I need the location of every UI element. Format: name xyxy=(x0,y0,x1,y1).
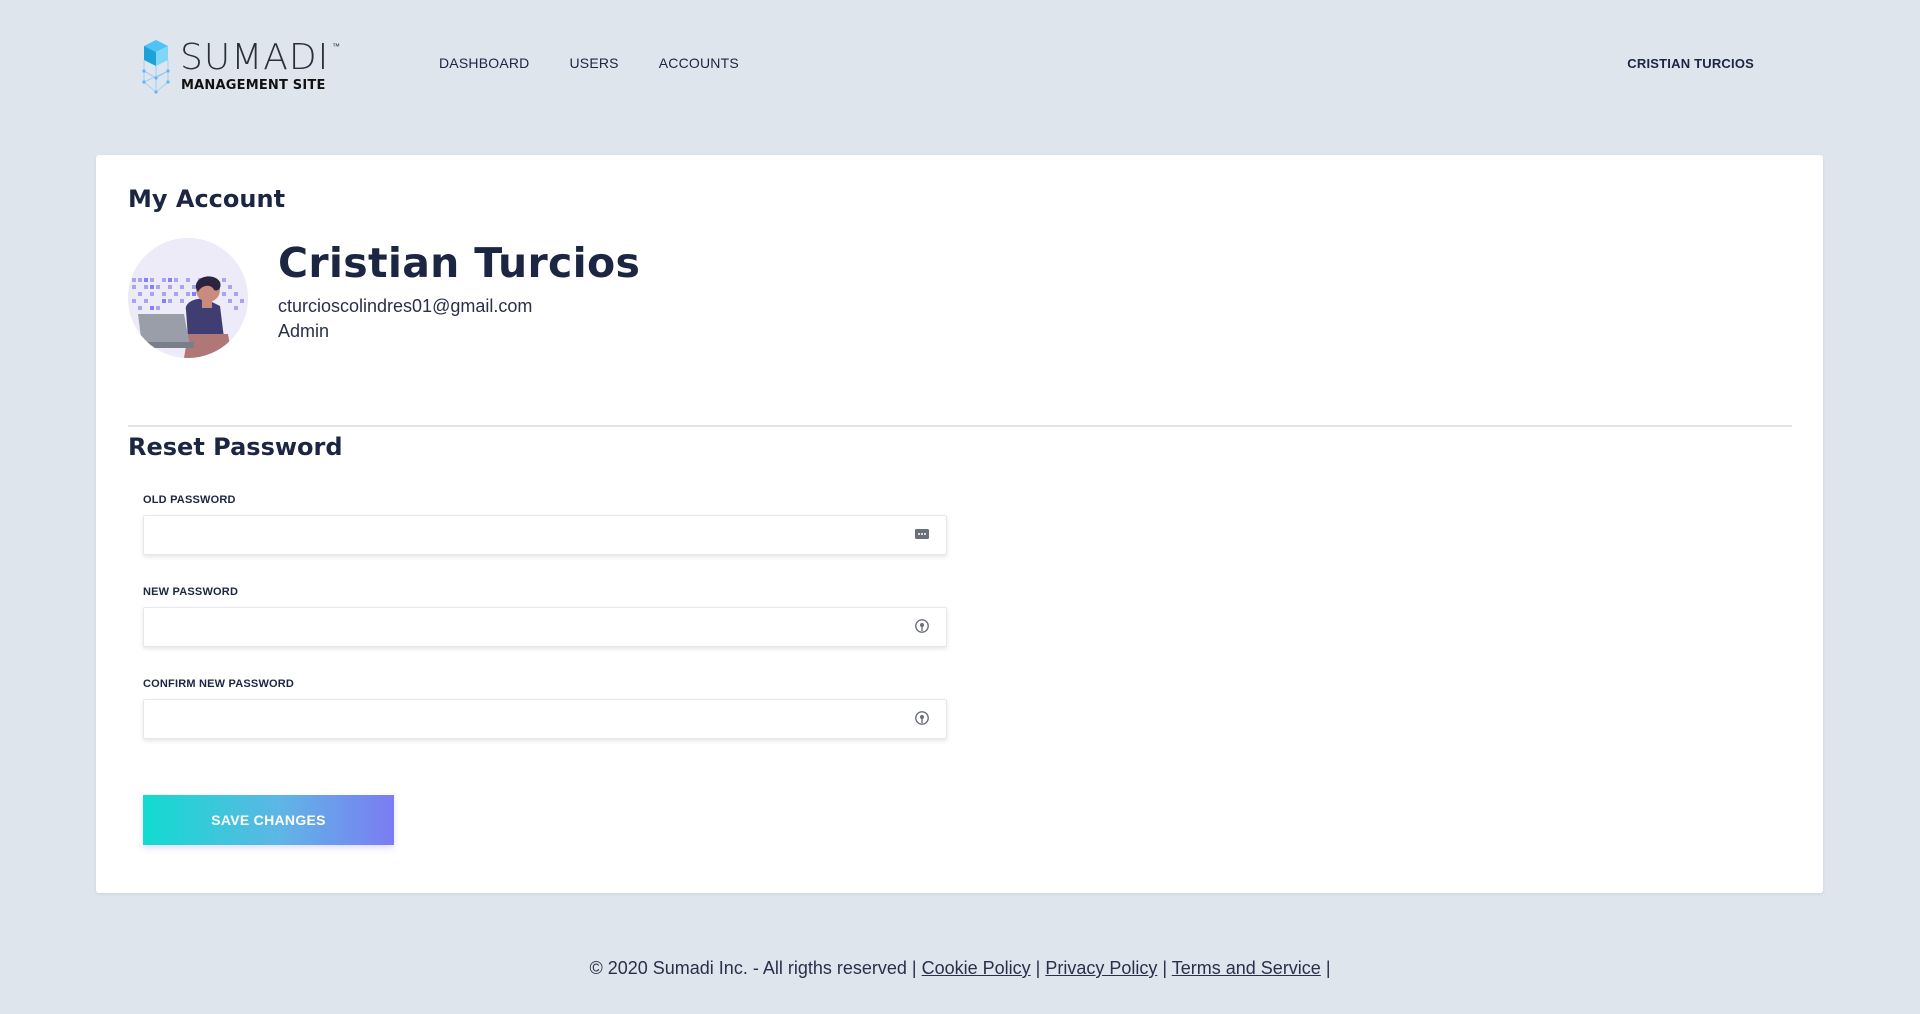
main-nav: DASHBOARD USERS ACCOUNTS xyxy=(439,55,779,71)
profile-email: cturcioscolindres01@gmail.com xyxy=(278,296,533,316)
logo-subtitle: MANAGEMENT SITE xyxy=(181,78,326,93)
logo-wordmark: SUMADI xyxy=(180,37,330,78)
old-password-label: OLD PASSWORD xyxy=(143,494,236,506)
confirm-password-label: CONFIRM NEW PASSWORD xyxy=(143,678,295,690)
confirm-password-input[interactable] xyxy=(144,700,924,736)
new-password-label: NEW PASSWORD xyxy=(143,586,239,598)
my-account-title: My Account xyxy=(128,185,286,213)
cookie-policy-link[interactable]: Cookie Policy xyxy=(922,958,1031,978)
nav-users[interactable]: USERS xyxy=(569,55,618,71)
confirm-password-field xyxy=(143,699,947,739)
profile-name: Cristian Turcios xyxy=(278,239,641,287)
new-password-input[interactable] xyxy=(144,608,924,644)
profile-role: Admin xyxy=(278,321,330,341)
footer-separator: | xyxy=(1035,958,1041,978)
new-password-field xyxy=(143,607,947,647)
reset-password-title: Reset Password xyxy=(128,433,343,461)
account-card: My Account Cristian Turcios cturcioscoli… xyxy=(96,155,1823,893)
privacy-policy-link[interactable]: Privacy Policy xyxy=(1045,958,1157,978)
footer-separator: | xyxy=(1325,958,1331,978)
old-password-field xyxy=(143,515,947,555)
sumadi-logo[interactable]: SUMADI ™ MANAGEMENT SITE xyxy=(140,38,350,98)
header: SUMADI ™ MANAGEMENT SITE DASHBOARD USERS… xyxy=(0,0,1920,130)
key-icon[interactable] xyxy=(914,618,930,634)
password-dots-icon[interactable] xyxy=(914,526,930,542)
old-password-input[interactable] xyxy=(144,516,924,552)
nav-accounts[interactable]: ACCOUNTS xyxy=(659,55,739,71)
save-changes-button[interactable]: SAVE CHANGES xyxy=(143,795,394,845)
logo-cube-icon xyxy=(142,40,170,94)
avatar-illustration xyxy=(128,238,248,358)
footer: © 2020 Sumadi Inc. - All rigths reserved… xyxy=(0,958,1920,979)
user-menu[interactable]: CRISTIAN TURCIOS xyxy=(1627,56,1754,71)
terms-of-service-link[interactable]: Terms and Service xyxy=(1172,958,1321,978)
avatar xyxy=(128,238,248,358)
footer-copyright: © 2020 Sumadi Inc. - All rigths reserved… xyxy=(589,958,917,978)
nav-dashboard[interactable]: DASHBOARD xyxy=(439,55,529,71)
logo-trademark: ™ xyxy=(332,42,340,51)
section-divider xyxy=(128,425,1792,427)
footer-separator: | xyxy=(1162,958,1168,978)
key-icon[interactable] xyxy=(914,710,930,726)
